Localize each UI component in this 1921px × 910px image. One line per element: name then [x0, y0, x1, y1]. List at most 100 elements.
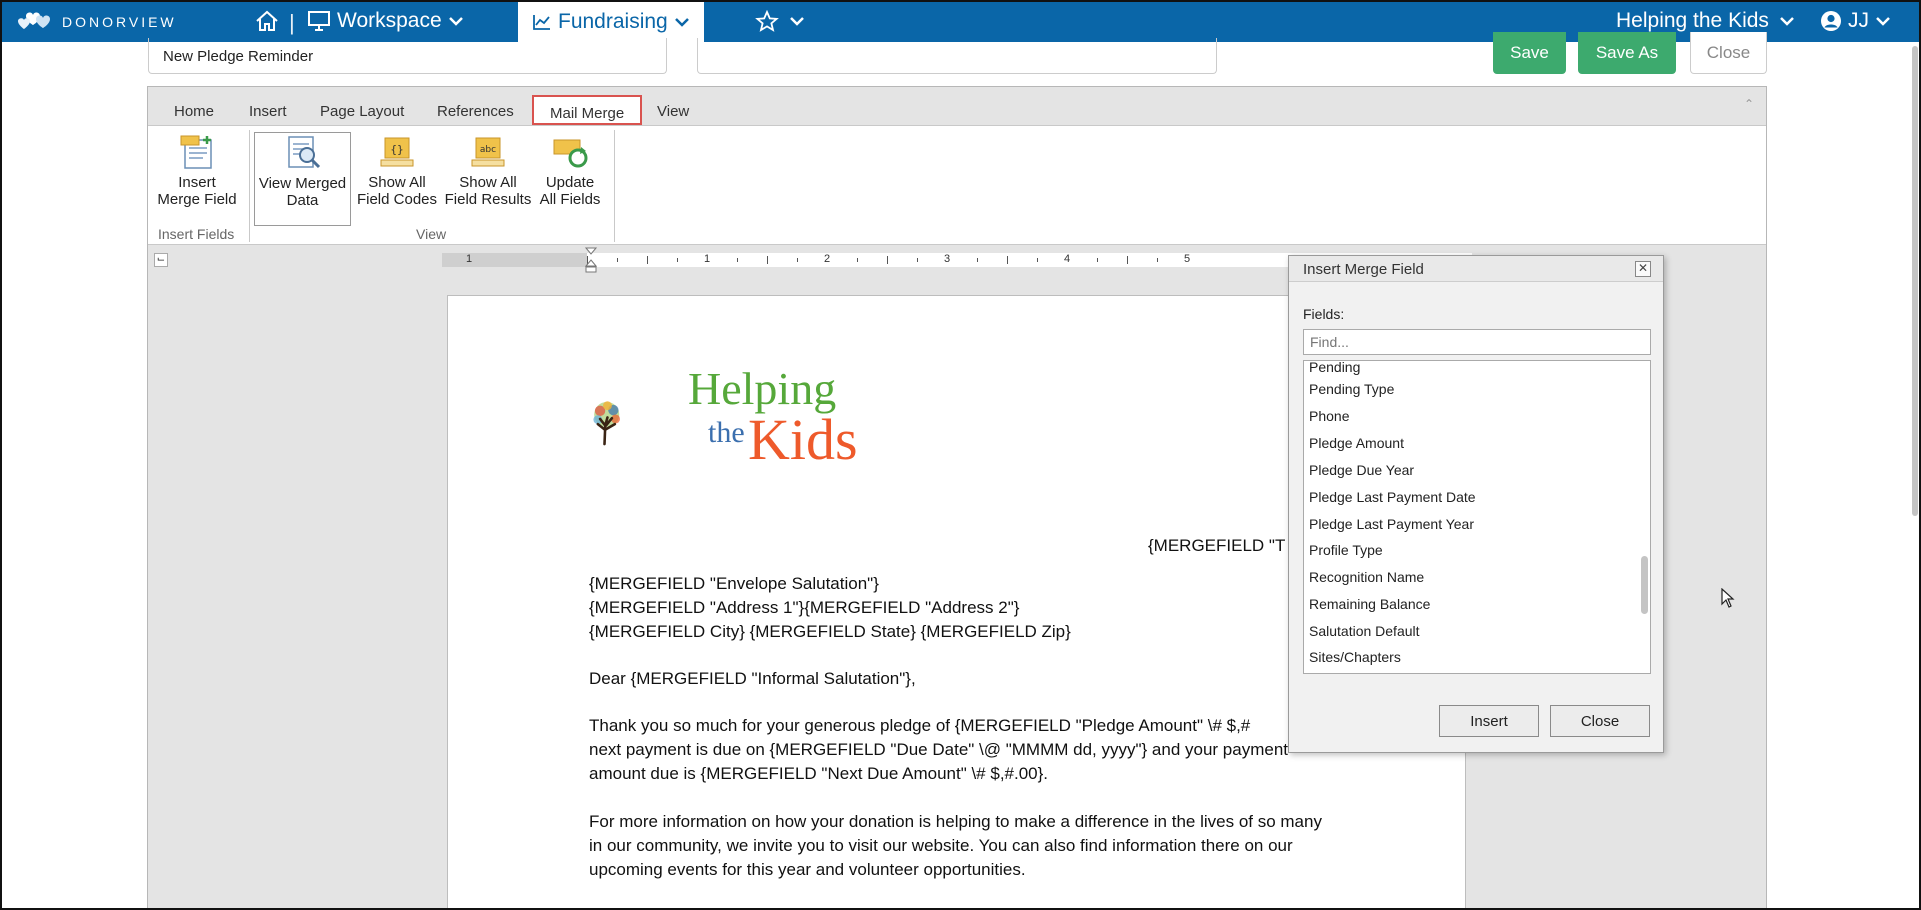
mouse-pointer-icon — [1721, 588, 1735, 608]
show-all-field-results-button[interactable]: abc Show All Field Results — [443, 132, 533, 208]
field-list-item[interactable]: Salutation Default — [1309, 623, 1420, 639]
home-button[interactable] — [254, 9, 280, 38]
ruler-tick — [737, 258, 738, 262]
organization-menu[interactable]: Helping the Kids — [1616, 9, 1795, 33]
show-all-field-codes-button[interactable]: {} Show All Field Codes — [352, 132, 442, 208]
mail-merge-ribbon: Insert Merge Field Insert Fields View Me… — [148, 125, 1766, 245]
close-button[interactable]: Close — [1690, 32, 1767, 74]
insert-button[interactable]: Insert — [1439, 705, 1539, 737]
workspace-label: Workspace — [337, 9, 442, 32]
ribbon-tab-bar: Home Insert Page Layout References Mail … — [148, 87, 1766, 125]
group-separator — [249, 130, 250, 242]
chevron-down-icon — [790, 17, 804, 26]
letter-line: in our community, we invite you to visit… — [589, 836, 1293, 855]
tab-fundraising[interactable]: Fundraising — [518, 2, 704, 42]
field-list-scrollbar[interactable] — [1641, 556, 1648, 614]
magnifier-document-icon — [283, 135, 323, 171]
letter-line: {MERGEFIELD "Envelope Salutation"} — [589, 574, 879, 593]
document-description-field[interactable] — [697, 38, 1217, 74]
ruler-number: 5 — [1184, 253, 1191, 265]
user-menu[interactable]: JJ — [1820, 9, 1891, 33]
workspace-menu[interactable]: Workspace — [307, 9, 464, 33]
ruler-tick — [917, 258, 918, 262]
insert-merge-field-button[interactable]: Insert Merge Field — [152, 132, 242, 208]
ruler-number: 1 — [704, 253, 711, 265]
svg-text:{}: {} — [390, 143, 403, 156]
fields-label: Fields: — [1303, 306, 1345, 322]
ruler-number: 3 — [944, 253, 951, 265]
letter-line: upcoming events for this year and volunt… — [589, 860, 1026, 879]
field-list-item[interactable]: Pledge Last Payment Year — [1309, 516, 1474, 532]
logo-word-the: the — [708, 416, 745, 449]
logo-heart-icon — [18, 12, 50, 29]
letter-line: {MERGEFIELD City} {MERGEFIELD State} {ME… — [589, 622, 1071, 641]
letter-line: For more information on how your donatio… — [589, 812, 1322, 831]
fundraising-label: Fundraising — [558, 10, 668, 33]
field-list-item[interactable]: Sites/Chapters — [1309, 649, 1401, 665]
view-merged-data-line2: Data — [286, 192, 319, 209]
collapse-ribbon-icon[interactable]: ⌃ — [1744, 97, 1754, 111]
ruler-tick — [767, 256, 768, 264]
chevron-down-icon — [674, 18, 689, 27]
tab-home[interactable]: Home — [174, 103, 214, 120]
tab-stop-selector[interactable]: ⌙ — [154, 253, 168, 267]
insert-merge-field-line2: Merge Field — [157, 191, 237, 208]
letter-line: next payment is due on {MERGEFIELD "Due … — [589, 740, 1289, 759]
save-as-button[interactable]: Save As — [1578, 32, 1676, 74]
ruler-tick — [617, 258, 618, 262]
tab-page-layout[interactable]: Page Layout — [320, 103, 404, 120]
field-list-item[interactable]: Remaining Balance — [1309, 596, 1430, 612]
dialog-close-button[interactable]: Close — [1550, 705, 1650, 737]
ruler-tick — [677, 258, 678, 262]
tab-references[interactable]: References — [437, 103, 514, 120]
field-list-item[interactable]: Pending — [1309, 361, 1360, 375]
ruler-number: 4 — [1064, 253, 1071, 265]
logo-text: DONORVIEW — [62, 14, 177, 30]
ruler-tick — [1127, 256, 1128, 264]
insert-merge-field-line1: Insert — [178, 174, 216, 191]
show-field-codes-line1: Show All — [368, 174, 426, 191]
chevron-down-icon — [1876, 17, 1890, 26]
field-list-item[interactable]: Pending Type — [1309, 381, 1394, 397]
document-title-field[interactable]: New Pledge Reminder — [148, 38, 667, 74]
ruler-tick — [797, 258, 798, 262]
field-list-item[interactable]: Pledge Last Payment Date — [1309, 489, 1476, 505]
user-avatar-icon — [1821, 11, 1841, 31]
ruler-tick — [647, 256, 648, 264]
dialog-title[interactable]: Insert Merge Field — [1289, 256, 1663, 282]
update-fields-line1: Update — [545, 174, 595, 191]
chevron-down-icon — [448, 17, 463, 26]
update-fields-line2: All Fields — [539, 191, 601, 208]
tab-insert[interactable]: Insert — [249, 103, 287, 120]
logo-word-kids: Kids — [748, 407, 858, 472]
letter-line: {MERGEFIELD "Address 1"}{MERGEFIELD "Add… — [589, 598, 1020, 617]
star-icon — [755, 10, 779, 32]
field-codes-icon: {} — [377, 134, 417, 170]
view-merged-data-button[interactable]: View Merged Data — [254, 132, 351, 226]
field-list-item[interactable]: Recognition Name — [1309, 569, 1424, 585]
field-list-item[interactable]: Pledge Amount — [1309, 435, 1404, 451]
home-icon — [256, 10, 278, 31]
organization-label: Helping the Kids — [1616, 9, 1769, 32]
nav-separator: | — [289, 10, 295, 35]
tab-view[interactable]: View — [657, 103, 689, 120]
indent-marker-icon[interactable] — [585, 247, 597, 273]
refresh-fields-icon — [550, 134, 590, 170]
field-list-item[interactable]: Phone — [1309, 408, 1349, 424]
update-all-fields-button[interactable]: Update All Fields — [525, 132, 615, 208]
field-list-item[interactable]: Pledge Due Year — [1309, 462, 1414, 478]
ruler-tick — [887, 256, 888, 264]
dialog-close-icon[interactable]: ✕ — [1635, 261, 1651, 277]
favorites-menu[interactable] — [755, 10, 805, 32]
save-button[interactable]: Save — [1493, 32, 1566, 74]
page-scrollbar[interactable] — [1912, 46, 1918, 516]
field-search-input[interactable] — [1303, 329, 1651, 355]
tab-mail-merge[interactable]: Mail Merge — [532, 95, 643, 125]
ruler-tick — [1037, 258, 1038, 262]
field-list-item[interactable]: Profile Type — [1309, 542, 1383, 558]
monitor-icon — [308, 11, 330, 31]
donorview-logo[interactable]: DONORVIEW — [16, 10, 177, 34]
field-list[interactable]: Pending Pending Type Phone Pledge Amount… — [1303, 360, 1651, 674]
chevron-down-icon — [1780, 17, 1794, 26]
svg-text:abc: abc — [480, 145, 496, 155]
